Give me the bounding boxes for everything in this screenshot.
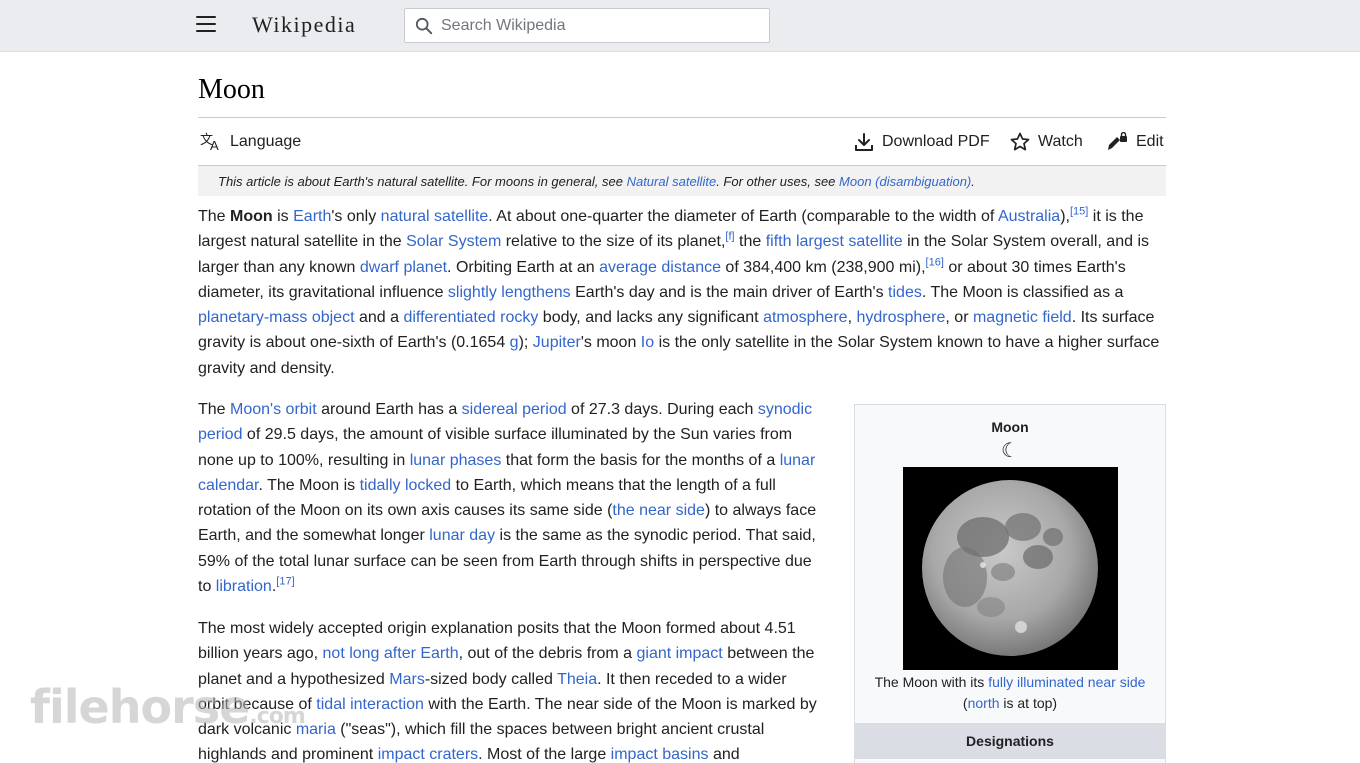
search-box[interactable] <box>404 8 770 43</box>
page-title: Moon <box>198 74 265 105</box>
download-pdf-label: Download PDF <box>882 133 990 150</box>
natural-satellite-link[interactable]: Natural satellite <box>627 174 717 189</box>
orbit-paragraph: The Moon's orbit around Earth has a side… <box>198 401 817 596</box>
article-link[interactable]: impact basins <box>611 746 709 763</box>
reference-link[interactable]: [16] <box>926 256 944 268</box>
download-pdf-button[interactable]: Download PDF <box>854 132 990 152</box>
language-button[interactable]: 文 A Language <box>200 132 301 152</box>
article-link[interactable]: lunar day <box>429 527 495 544</box>
hatnote-text: This article is about Earth's natural sa… <box>218 174 627 189</box>
infobox-caption: The Moon with its fully illuminated near… <box>874 674 1146 711</box>
near-side-link[interactable]: fully illuminated near side <box>988 674 1145 690</box>
north-link[interactable]: north <box>968 695 1000 711</box>
article-link[interactable]: hydrosphere <box>856 309 945 326</box>
edit-label: Edit <box>1136 133 1164 150</box>
article-link[interactable]: giant impact <box>636 645 722 662</box>
edit-lock-icon <box>1108 132 1127 150</box>
svg-text:A: A <box>210 138 219 152</box>
article-link[interactable]: natural satellite <box>381 208 489 225</box>
article-link[interactable]: impact craters <box>378 746 478 763</box>
article-link[interactable]: tidal interaction <box>316 696 424 713</box>
wikipedia-logo[interactable]: Wikipedia <box>252 12 356 38</box>
article-link[interactable]: magnetic field <box>973 309 1072 326</box>
moon-disambiguation-link[interactable]: Moon (disambiguation) <box>839 174 971 189</box>
star-icon <box>1010 132 1030 151</box>
article-link[interactable]: the near side <box>612 502 705 519</box>
site-header: Wikipedia <box>0 0 1360 52</box>
page-toolbar: 文 A Language Download PDF Watch Edit <box>198 128 1166 158</box>
search-icon <box>415 17 433 34</box>
watch-button[interactable]: Watch <box>1010 132 1083 152</box>
download-icon <box>855 133 873 151</box>
article-link[interactable]: Jupiter <box>533 334 581 351</box>
article-link[interactable]: Australia <box>998 208 1060 225</box>
article-link[interactable]: Earth <box>293 208 331 225</box>
article-link[interactable]: dwarf planet <box>360 259 447 276</box>
hatnote: This article is about Earth's natural sa… <box>198 166 1166 196</box>
article-link[interactable]: lunar phases <box>410 452 502 469</box>
article-link[interactable]: slightly lengthens <box>448 284 571 301</box>
article-link[interactable]: Solar System <box>406 233 501 250</box>
bold-term: Moon <box>230 208 273 225</box>
article-link[interactable]: Moon's orbit <box>230 401 317 418</box>
article-link[interactable]: tides <box>888 284 922 301</box>
article-link[interactable]: average distance <box>599 259 721 276</box>
search-input[interactable] <box>441 16 751 35</box>
infobox-section-header: Designations <box>855 723 1165 759</box>
article-link[interactable]: Theia <box>557 671 597 688</box>
moon-image[interactable] <box>903 467 1118 670</box>
article-link[interactable]: g <box>510 334 519 351</box>
article-link[interactable]: tidally locked <box>360 477 452 494</box>
main-menu-icon[interactable] <box>196 16 216 36</box>
moon-symbol-icon: ☾ <box>1001 440 1019 462</box>
article-link[interactable]: Mars <box>389 671 425 688</box>
intro-paragraph: The Moon is Earth's only natural satelli… <box>198 205 1160 377</box>
article-link[interactable]: libration <box>216 578 272 595</box>
edit-button[interactable]: Edit <box>1106 132 1164 152</box>
article-link[interactable]: maria <box>296 721 336 738</box>
reference-link[interactable]: [17] <box>276 576 294 588</box>
reference-link[interactable]: [15] <box>1070 206 1088 218</box>
watch-label: Watch <box>1038 133 1083 150</box>
article-link[interactable]: differentiated rocky <box>403 309 538 326</box>
title-divider <box>198 117 1166 118</box>
infobox: Moon ☾ The Moon with its fully illuminat… <box>854 404 1166 763</box>
hatnote-text: . <box>971 174 975 189</box>
article-link[interactable]: sidereal period <box>462 401 567 418</box>
article-link[interactable]: Io <box>641 334 654 351</box>
infobox-title: Moon <box>991 419 1029 435</box>
article-link[interactable]: planetary-mass object <box>198 309 355 326</box>
language-icon: 文 A <box>200 132 219 152</box>
origin-paragraph: The most widely accepted origin explanat… <box>198 620 817 763</box>
footnote-link[interactable]: [f] <box>725 231 734 243</box>
article-link[interactable]: not long after Earth <box>323 645 459 662</box>
hatnote-text: . For other uses, see <box>716 174 840 189</box>
article-link[interactable]: atmosphere <box>763 309 848 326</box>
language-label: Language <box>230 133 302 150</box>
article-link[interactable]: fifth largest satellite <box>766 233 903 250</box>
